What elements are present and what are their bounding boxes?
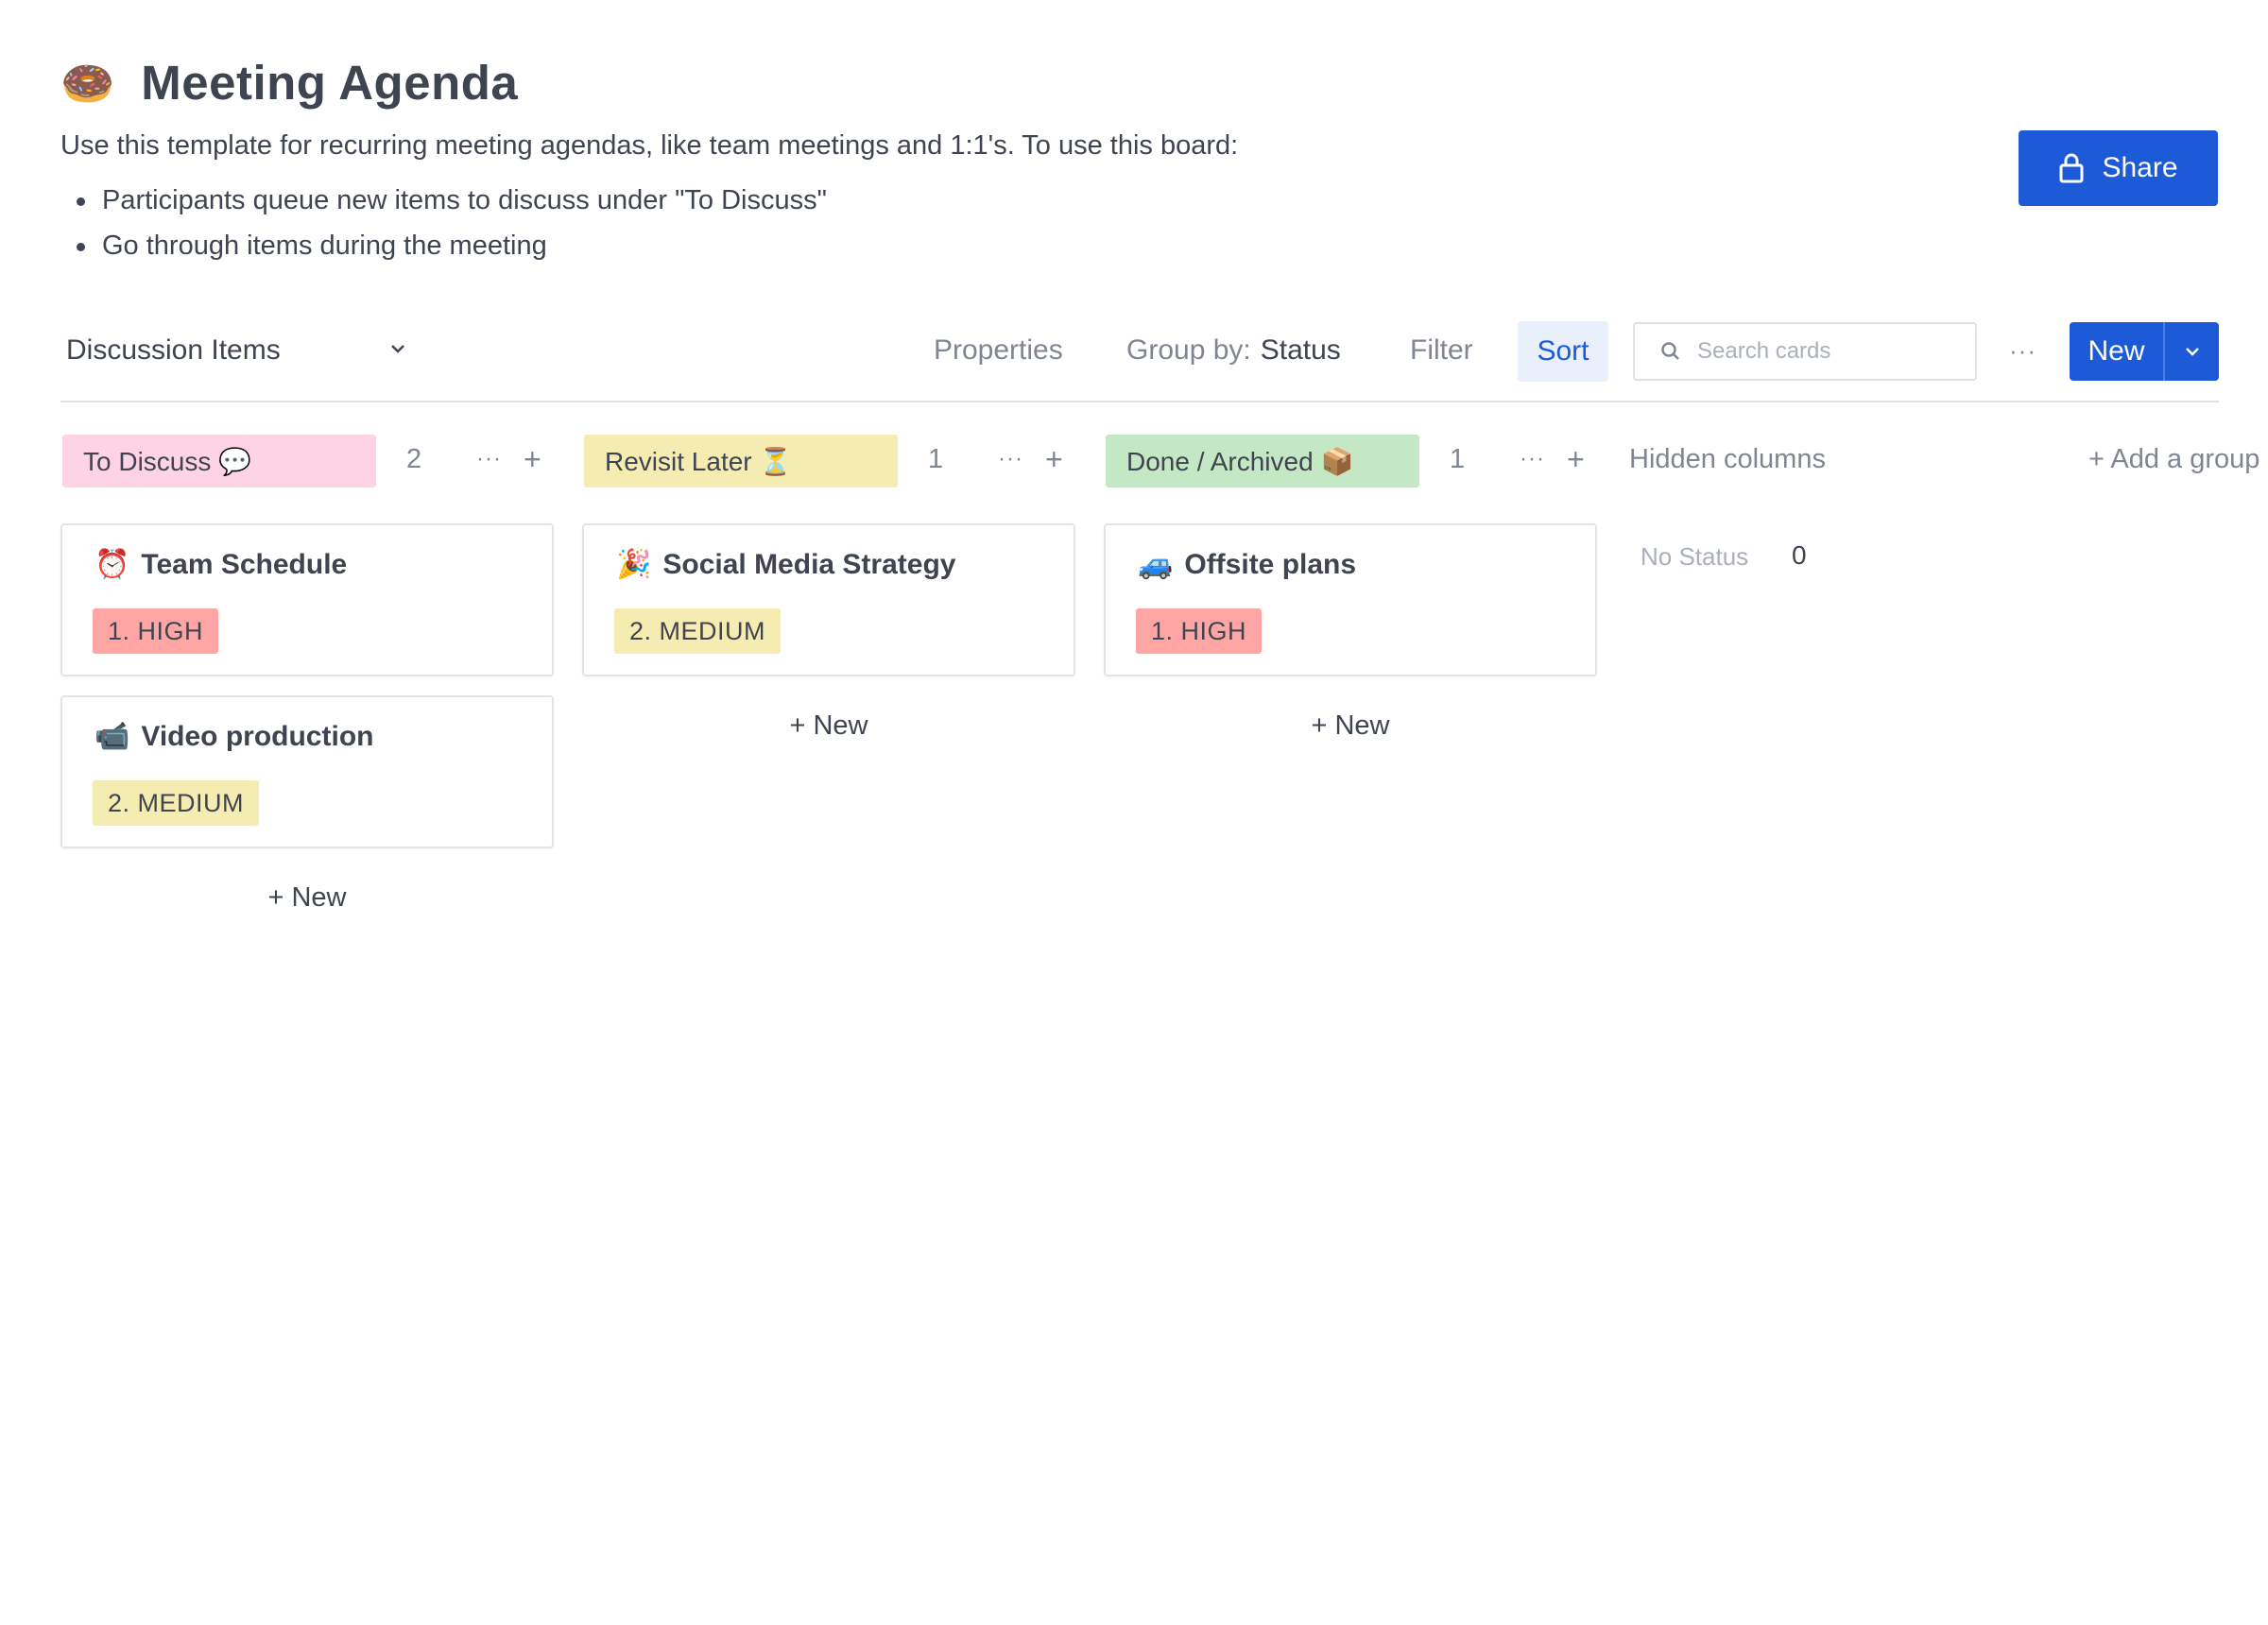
card-offsite-plans[interactable]: 🚙 Offsite plans 1. HIGH <box>1104 523 1597 676</box>
add-new-card-button[interactable]: + New <box>582 710 1075 742</box>
car-icon: 🚙 <box>1138 549 1174 580</box>
hidden-column-count: 0 <box>1792 540 1807 570</box>
sort-button[interactable]: Sort <box>1518 321 1608 382</box>
lock-icon <box>2059 153 2084 183</box>
column-add-icon[interactable]: + <box>1567 442 1585 477</box>
view-name: Discussion Items <box>66 334 281 366</box>
column-count: 2 <box>406 444 422 474</box>
chevron-down-icon <box>2185 348 2199 356</box>
more-options-icon[interactable]: ··· <box>2009 336 2036 366</box>
description-bullets: Participants queue new items to discuss … <box>60 178 827 268</box>
priority-tag: 2. MEDIUM <box>614 608 782 654</box>
view-selector[interactable]: Discussion Items <box>66 334 404 367</box>
donut-icon[interactable]: 🍩 <box>60 61 114 105</box>
column-more-icon[interactable]: ··· <box>1520 446 1545 472</box>
priority-tag: 1. HIGH <box>93 608 219 654</box>
board-page: 🍩 Meeting Agenda Use this template for r… <box>0 0 2268 1625</box>
search-icon <box>1661 342 1679 360</box>
add-new-card-button[interactable]: + New <box>60 882 554 914</box>
group-by-value: Status <box>1260 334 1341 366</box>
card-title-text: Video production <box>141 720 374 752</box>
board-toolbar: Discussion Items Properties Group by: Sta… <box>60 321 2219 402</box>
column-name[interactable]: To Discuss 💬 <box>62 435 376 488</box>
share-button[interactable]: Share <box>2019 130 2218 206</box>
new-split-button: New <box>2070 322 2219 381</box>
search-box[interactable] <box>1633 322 1977 381</box>
bullet-item: Participants queue new items to discuss … <box>60 178 827 223</box>
add-new-card-button[interactable]: + New <box>1104 710 1597 742</box>
card-title: 📹 Video production <box>94 720 373 753</box>
page-title[interactable]: Meeting Agenda <box>141 55 518 111</box>
column-more-icon[interactable]: ··· <box>476 446 502 472</box>
group-by-label: Group by: <box>1126 334 1251 366</box>
chevron-down-icon <box>391 345 404 353</box>
search-input[interactable] <box>1695 337 1973 366</box>
column-more-icon[interactable]: ··· <box>998 446 1023 472</box>
card-title: 🚙 Offsite plans <box>1138 548 1356 581</box>
new-dropdown-button[interactable] <box>2163 322 2219 381</box>
column-add-icon[interactable]: + <box>524 442 541 477</box>
properties-button[interactable]: Properties <box>934 334 1063 367</box>
card-title-text: Social Media Strategy <box>662 548 956 580</box>
column-name[interactable]: Done / Archived 📦 <box>1106 435 1419 488</box>
column-header-done-archived: Done / Archived 📦 1 ··· + <box>1106 435 1585 488</box>
alarm-clock-icon: ⏰ <box>94 549 130 580</box>
column-header-to-discuss: To Discuss 💬 2 ··· + <box>62 435 541 488</box>
hidden-columns-label: Hidden columns <box>1629 444 1826 474</box>
card-title-text: Team Schedule <box>141 548 348 580</box>
group-by-button[interactable]: Group by: Status <box>1126 334 1341 367</box>
card-title: 🎉 Social Media Strategy <box>616 548 955 581</box>
party-popper-icon: 🎉 <box>616 549 652 580</box>
column-count: 1 <box>1450 444 1466 474</box>
card-team-schedule[interactable]: ⏰ Team Schedule 1. HIGH <box>60 523 554 676</box>
column-count: 1 <box>928 444 944 474</box>
page-title-row: 🍩 Meeting Agenda <box>60 55 518 111</box>
add-group-button[interactable]: + Add a group <box>2088 444 2259 475</box>
hidden-column-no-status[interactable]: No Status <box>1641 542 1748 572</box>
card-title: ⏰ Team Schedule <box>94 548 347 581</box>
column-add-icon[interactable]: + <box>1045 442 1063 477</box>
video-camera-icon: 📹 <box>94 721 130 752</box>
card-title-text: Offsite plans <box>1184 548 1357 580</box>
bullet-item: Go through items during the meeting <box>60 223 827 268</box>
priority-tag: 2. MEDIUM <box>93 780 260 826</box>
share-label: Share <box>2102 152 2178 183</box>
new-button[interactable]: New <box>2070 322 2163 381</box>
column-name[interactable]: Revisit Later ⏳ <box>584 435 898 488</box>
column-header-revisit-later: Revisit Later ⏳ 1 ··· + <box>584 435 1063 488</box>
card-social-media-strategy[interactable]: 🎉 Social Media Strategy 2. MEDIUM <box>582 523 1075 676</box>
page-description: Use this template for recurring meeting … <box>60 130 1239 161</box>
card-video-production[interactable]: 📹 Video production 2. MEDIUM <box>60 695 554 848</box>
filter-button[interactable]: Filter <box>1410 334 1473 367</box>
priority-tag: 1. HIGH <box>1136 608 1263 654</box>
